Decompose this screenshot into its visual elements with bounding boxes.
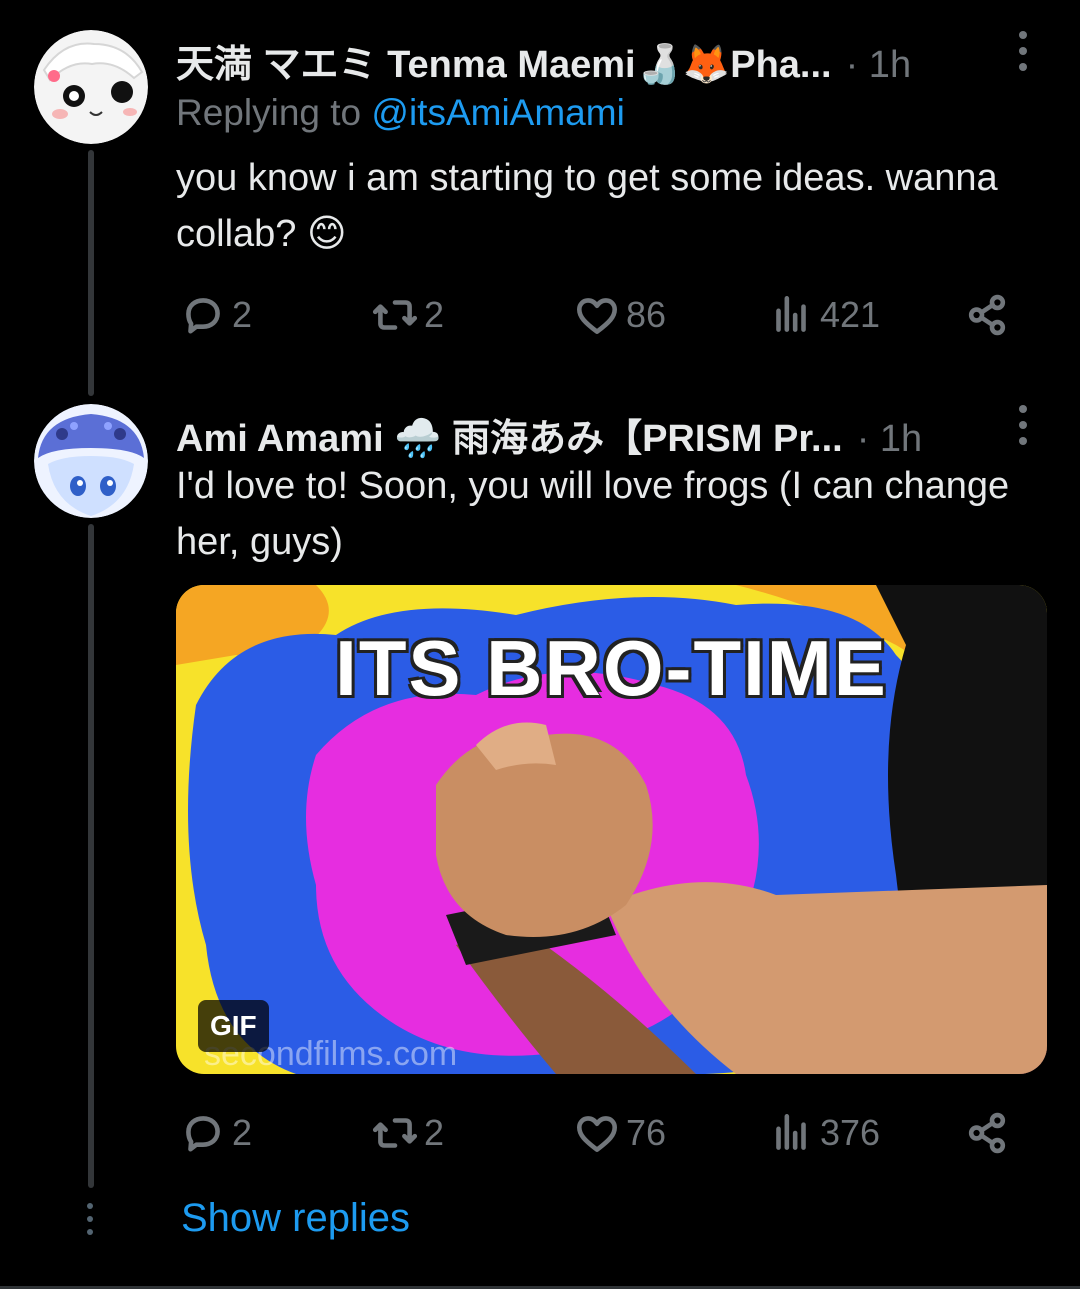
retweet-button[interactable]: 2	[370, 1108, 444, 1158]
retweet-count: 2	[424, 294, 445, 335]
tweet-actions: 2 2 86 421	[176, 290, 1026, 340]
author-name[interactable]: 天満 マエミ Tenma Maemi🍶🦊Pha...	[176, 33, 832, 88]
like-button[interactable]: 86	[572, 290, 666, 340]
tweet-time[interactable]: · 1h	[857, 418, 922, 461]
like-count: 76	[626, 1112, 667, 1153]
tweet-time[interactable]: · 1h	[846, 44, 911, 87]
reply-icon	[186, 298, 220, 334]
reply-handle-link[interactable]: @itsAmiAmami	[371, 92, 624, 133]
thread-connector	[88, 524, 94, 1188]
replying-to-label: Replying to	[176, 92, 372, 133]
tweet-text: I'd love to! Soon, you will love frogs (…	[176, 465, 1020, 563]
share-button[interactable]	[962, 1108, 1012, 1158]
retweet-icon	[372, 1118, 418, 1148]
views-icon	[776, 1114, 806, 1150]
retweet-icon	[372, 300, 418, 330]
share-icon	[968, 294, 1006, 336]
views-button[interactable]: 421	[766, 290, 880, 340]
gif-badge: GIF	[198, 1000, 269, 1052]
reply-count: 2	[232, 1112, 253, 1153]
more-vertical-icon[interactable]	[1008, 31, 1038, 71]
tweet-actions: 2 2 76 376	[176, 1108, 1026, 1158]
author-name[interactable]: Ami Amami 🌧️ 雨海あみ【PRISM Pr...	[176, 407, 843, 462]
reply-button[interactable]: 2	[178, 290, 252, 340]
reply-count: 2	[232, 294, 253, 335]
avatar-tenma[interactable]	[34, 30, 148, 144]
tweet-header: Ami Amami 🌧️ 雨海あみ【PRISM Pr... · 1h	[176, 407, 922, 462]
reply-button[interactable]: 2	[178, 1108, 252, 1158]
share-button[interactable]	[962, 290, 1012, 340]
thread-connector	[88, 150, 94, 396]
like-count: 86	[626, 294, 667, 335]
tweet-text: you know i am starting to get some ideas…	[176, 157, 1009, 255]
tweet-header: 天満 マエミ Tenma Maemi🍶🦊Pha... · 1h	[176, 33, 911, 88]
views-count: 421	[820, 294, 881, 335]
views-button[interactable]: 376	[766, 1108, 880, 1158]
replying-to: Replying to @itsAmiAmami	[176, 92, 625, 134]
views-icon	[776, 296, 806, 332]
more-vertical-icon[interactable]	[1008, 405, 1038, 445]
retweet-count: 2	[424, 1112, 445, 1153]
gif-caption: ITS BRO-TIME	[335, 624, 888, 712]
share-icon	[968, 1112, 1006, 1154]
avatar-ami[interactable]	[34, 404, 148, 518]
like-button[interactable]: 76	[572, 1108, 666, 1158]
gif-media[interactable]: ITS BRO-TIME secondfilms.com GIF	[176, 585, 1047, 1074]
views-count: 376	[820, 1112, 881, 1153]
show-replies-link[interactable]: Show replies	[181, 1196, 410, 1241]
heart-icon	[577, 1116, 617, 1152]
thread-view: 天満 マエミ Tenma Maemi🍶🦊Pha... · 1h Replying…	[0, 0, 1080, 1289]
heart-icon	[577, 298, 617, 334]
retweet-button[interactable]: 2	[370, 290, 444, 340]
thread-dots-icon	[85, 1203, 95, 1235]
reply-icon	[186, 1116, 220, 1152]
